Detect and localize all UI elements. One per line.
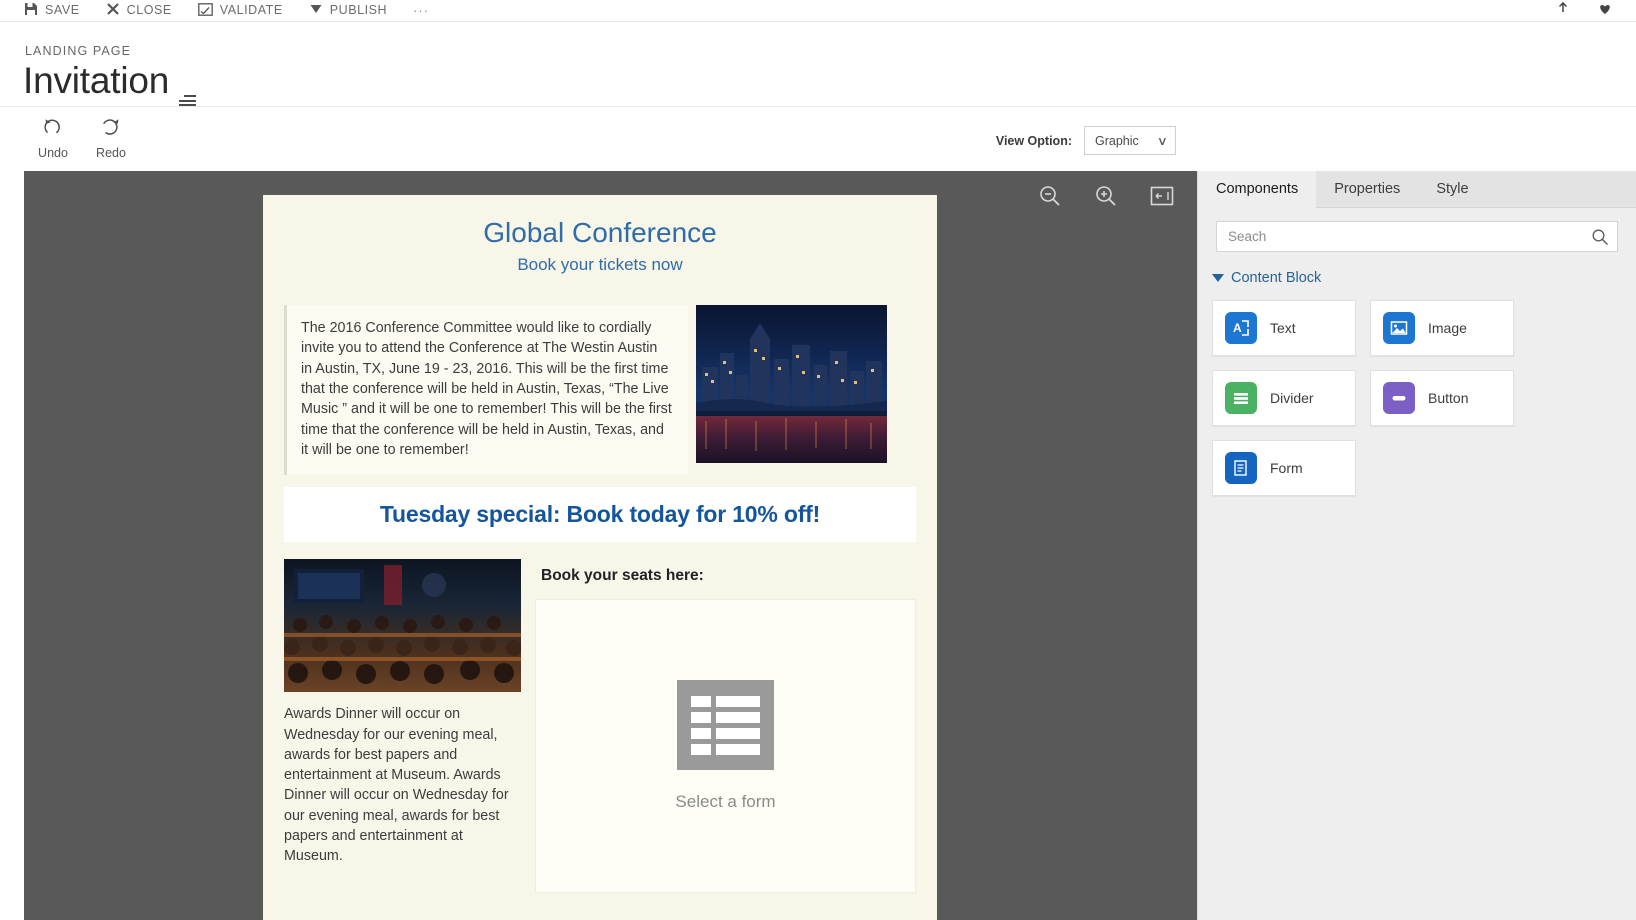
component-tile-button-label: Button	[1428, 390, 1469, 406]
close-button[interactable]: CLOSE	[106, 0, 172, 21]
tab-style[interactable]: Style	[1418, 171, 1486, 208]
favorite-button[interactable]	[1598, 0, 1612, 21]
undo-arrow-icon	[22, 115, 84, 142]
seats-heading[interactable]: Book your seats here:	[541, 567, 916, 585]
component-tile-divider-label: Divider	[1270, 390, 1314, 406]
publish-icon	[309, 3, 323, 18]
editor-toolbar: Undo Redo View Option: Graphic ∨	[0, 107, 1636, 170]
command-bar: SAVE CLOSE VALIDATE PUBLISH ···	[0, 0, 1636, 22]
zoom-out-icon[interactable]	[1037, 183, 1063, 209]
lower-right-column: Book your seats here: Select a form	[535, 559, 916, 894]
component-tile-text-label: Text	[1270, 320, 1296, 336]
save-button[interactable]: SAVE	[24, 0, 80, 21]
search-input[interactable]	[1228, 229, 1591, 244]
command-bar-right-group	[1556, 0, 1612, 21]
validate-button[interactable]: VALIDATE	[197, 0, 283, 21]
form-table-icon	[677, 680, 774, 771]
email-subheading: Book your tickets now	[517, 255, 683, 275]
component-search-box[interactable]	[1216, 221, 1618, 252]
design-canvas[interactable]: Global Conference Book your tickets now …	[24, 171, 1197, 920]
view-option-select[interactable]: Graphic ∨	[1084, 126, 1176, 155]
form-block-icon	[1225, 452, 1257, 484]
close-label: CLOSE	[126, 3, 172, 17]
view-option-label: View Option:	[995, 133, 1072, 148]
publish-label: PUBLISH	[329, 3, 388, 17]
email-preview[interactable]: Global Conference Book your tickets now …	[263, 195, 937, 920]
page-header: LANDING PAGE Invitation	[0, 22, 1636, 111]
content-block-group-title: Content Block	[1231, 270, 1322, 286]
zoom-in-icon[interactable]	[1093, 183, 1119, 209]
component-tile-image-label: Image	[1428, 320, 1467, 336]
publish-button[interactable]: PUBLISH	[309, 0, 387, 21]
heart-icon	[1598, 2, 1612, 18]
form-dropzone[interactable]: Select a form	[535, 599, 916, 894]
divider-block-icon	[1225, 382, 1257, 414]
intro-row: The 2016 Conference Committee would like…	[263, 305, 937, 476]
close-icon	[106, 2, 120, 18]
save-icon	[24, 2, 38, 18]
conference-audience-image[interactable]	[284, 559, 521, 693]
undo-label: Undo	[38, 146, 68, 160]
lower-caption-text[interactable]: Awards Dinner will occur on Wednesday fo…	[284, 704, 521, 866]
text-block-icon: A	[1225, 312, 1257, 344]
component-tile-divider[interactable]: Divider	[1212, 370, 1356, 426]
caret-down-icon	[1212, 274, 1224, 282]
component-tile-form-label: Form	[1270, 460, 1303, 476]
search-icon[interactable]	[1591, 228, 1609, 246]
right-side-panel: Components Properties Style Content Bloc…	[1197, 171, 1636, 920]
fit-to-screen-icon[interactable]	[1149, 183, 1175, 209]
email-header-block[interactable]: Global Conference Book your tickets now	[263, 195, 937, 283]
page-title: Invitation	[23, 60, 170, 101]
chevron-down-icon: ∨	[1157, 133, 1169, 148]
panel-tabs: Components Properties Style	[1198, 171, 1636, 208]
component-tile-image[interactable]: Image	[1370, 300, 1514, 356]
canvas-tool-group	[1037, 183, 1175, 209]
svg-text:A: A	[1233, 321, 1242, 335]
share-button[interactable]	[1556, 0, 1570, 21]
view-option-value: Graphic	[1095, 133, 1139, 148]
component-tile-list: A Text Image Divider Button Form	[1198, 286, 1636, 496]
email-heading: Global Conference	[483, 217, 717, 248]
intro-paragraph[interactable]: The 2016 Conference Committee would like…	[284, 305, 688, 476]
promo-banner-text: Tuesday special: Book today for 10% off!	[379, 501, 821, 528]
tab-components[interactable]: Components	[1198, 171, 1317, 208]
lower-left-column: Awards Dinner will occur on Wednesday fo…	[284, 559, 521, 893]
promo-banner-block[interactable]: Tuesday special: Book today for 10% off!	[284, 487, 916, 543]
form-placeholder-text: Select a form	[675, 792, 776, 812]
validate-label: VALIDATE	[219, 3, 283, 17]
redo-arrow-icon	[80, 115, 142, 142]
component-tile-text[interactable]: A Text	[1212, 300, 1356, 356]
redo-button[interactable]: Redo	[80, 115, 142, 160]
austin-skyline-night-image[interactable]	[696, 305, 887, 464]
share-icon	[1556, 1, 1570, 18]
content-block-group-header[interactable]: Content Block	[1212, 270, 1636, 286]
image-block-icon	[1383, 312, 1415, 344]
component-tile-button[interactable]: Button	[1370, 370, 1514, 426]
validate-icon	[197, 2, 213, 18]
button-block-icon	[1383, 382, 1415, 414]
breadcrumb-entity-type: LANDING PAGE	[25, 44, 132, 58]
view-option-group: View Option: Graphic ∨	[996, 126, 1176, 155]
undo-button[interactable]: Undo	[22, 115, 84, 160]
tab-properties[interactable]: Properties	[1316, 171, 1418, 208]
redo-label: Redo	[96, 146, 126, 160]
lower-row: Awards Dinner will occur on Wednesday fo…	[263, 559, 937, 894]
overflow-menu-button[interactable]: ···	[413, 0, 429, 21]
save-label: SAVE	[45, 3, 80, 17]
component-tile-form[interactable]: Form	[1212, 440, 1356, 496]
